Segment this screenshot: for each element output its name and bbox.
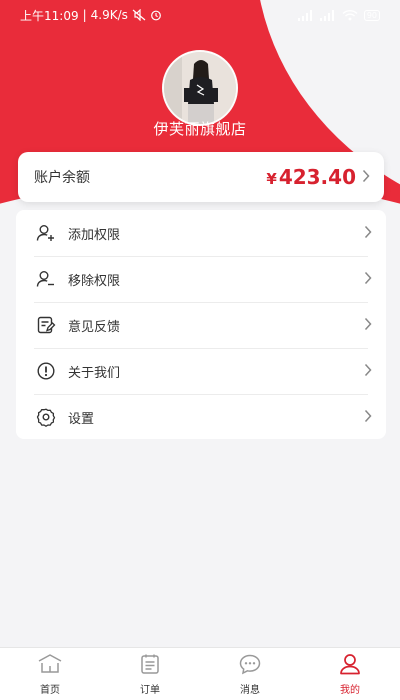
tab-label: 订单 bbox=[140, 685, 160, 696]
tab-messages[interactable]: 消息 bbox=[200, 648, 300, 700]
chevron-right-icon bbox=[364, 270, 372, 289]
chevron-right-icon bbox=[364, 224, 372, 243]
profile-photo-icon bbox=[164, 52, 236, 124]
menu-item-settings[interactable]: 设置 bbox=[16, 394, 386, 440]
info-icon bbox=[36, 361, 56, 381]
alarm-icon bbox=[150, 9, 162, 21]
tab-profile[interactable]: 我的 bbox=[300, 648, 400, 700]
menu-item-label: 设置 bbox=[68, 411, 95, 427]
gear-icon bbox=[36, 407, 56, 427]
status-time: 上午11:09 bbox=[20, 8, 79, 23]
menu-item-label: 添加权限 bbox=[68, 227, 121, 243]
shop-name: 伊芙丽旗舰店 bbox=[153, 120, 247, 138]
avatar[interactable] bbox=[162, 50, 238, 126]
balance-currency: ¥ bbox=[266, 170, 277, 188]
chevron-right-icon bbox=[362, 168, 370, 187]
chevron-right-icon bbox=[364, 316, 372, 335]
balance-amount: ¥ 423.40 bbox=[266, 165, 356, 189]
tab-orders[interactable]: 订单 bbox=[100, 648, 200, 700]
menu-card: 添加权限 移除权限 意见反馈 关于我们 设置 bbox=[16, 210, 386, 439]
menu-item-label: 意见反馈 bbox=[68, 319, 121, 335]
bottom-tab-bar: 首页 订单 消息 我的 bbox=[0, 647, 400, 700]
menu-item-label: 移除权限 bbox=[68, 273, 121, 289]
battery-indicator: 90 bbox=[363, 9, 380, 21]
menu-item-about-us[interactable]: 关于我们 bbox=[16, 348, 386, 394]
tab-label: 消息 bbox=[240, 685, 260, 696]
balance-label: 账户余额 bbox=[34, 170, 90, 186]
tab-label: 首页 bbox=[40, 685, 60, 696]
message-icon bbox=[238, 653, 262, 679]
menu-item-feedback[interactable]: 意见反馈 bbox=[16, 302, 386, 348]
tab-home[interactable]: 首页 bbox=[0, 648, 100, 700]
signal-icon-2 bbox=[319, 9, 336, 21]
status-network-speed: 4.9K/s bbox=[90, 8, 128, 22]
tab-label: 我的 bbox=[340, 685, 360, 696]
feedback-icon bbox=[36, 315, 56, 335]
remove-user-icon bbox=[36, 269, 56, 289]
home-icon bbox=[37, 653, 63, 679]
menu-item-remove-permission[interactable]: 移除权限 bbox=[16, 256, 386, 302]
add-user-icon bbox=[36, 223, 56, 243]
status-separator: | bbox=[82, 8, 87, 22]
balance-amount-value: 423.40 bbox=[278, 165, 356, 189]
mute-icon bbox=[132, 9, 146, 21]
chevron-right-icon bbox=[364, 408, 372, 427]
signal-icon-1 bbox=[297, 9, 314, 21]
balance-card[interactable]: 账户余额 ¥ 423.40 bbox=[18, 152, 384, 202]
menu-item-label: 关于我们 bbox=[68, 365, 121, 381]
status-bar: 上午11:09 | 4.9K/s 90 bbox=[0, 0, 400, 30]
wifi-icon bbox=[342, 9, 358, 21]
orders-icon bbox=[139, 653, 161, 679]
menu-item-add-permission[interactable]: 添加权限 bbox=[16, 210, 386, 256]
chevron-right-icon bbox=[364, 362, 372, 381]
profile-icon bbox=[338, 653, 362, 679]
